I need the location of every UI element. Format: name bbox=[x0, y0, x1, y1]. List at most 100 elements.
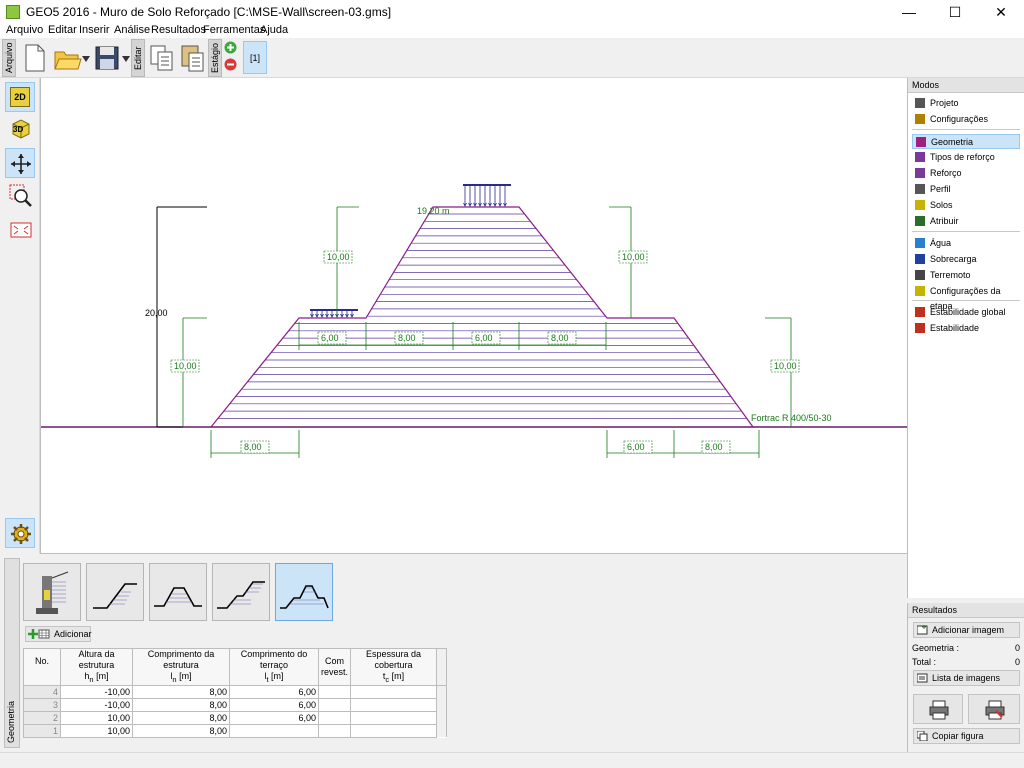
maximize-button[interactable]: ☐ bbox=[932, 0, 978, 24]
cell-l[interactable]: 8,00 bbox=[132, 684, 230, 699]
copy-data-icon[interactable] bbox=[147, 42, 177, 74]
bottom-right-dim-1: 6,00 bbox=[627, 442, 645, 452]
geometry-table: No. Altura da estrutura hn [m] Compriment… bbox=[23, 648, 448, 738]
cell-h[interactable]: -10,00 bbox=[60, 697, 133, 712]
structure-type-terraced-embankment-button[interactable] bbox=[275, 563, 333, 621]
menu-ferramentas[interactable]: Ferramentas bbox=[203, 24, 265, 36]
mode-item-geometria[interactable]: Geometria bbox=[912, 134, 1020, 149]
cell-no: 4 bbox=[23, 684, 61, 699]
scroll-track[interactable] bbox=[436, 711, 448, 725]
table-row[interactable]: 1 10,00 8,00 bbox=[23, 723, 448, 738]
col-terrace-length: Comprimento do terraço lt [m] bbox=[229, 648, 319, 686]
mode-item-label: Sobrecarga bbox=[930, 254, 977, 264]
col-no: No. bbox=[23, 648, 61, 686]
cell-h[interactable]: 10,00 bbox=[60, 710, 133, 725]
left-toolbar: 2D 3D bbox=[0, 78, 40, 554]
geometry-frame-tab[interactable]: Geometria bbox=[4, 558, 20, 748]
menu-ajuda[interactable]: Ajuda bbox=[260, 24, 288, 36]
open-dropdown-icon[interactable] bbox=[82, 56, 90, 62]
atribuir-icon bbox=[915, 216, 925, 226]
mode-item-tipos-de-reforco[interactable]: Tipos de reforço bbox=[912, 150, 1020, 165]
solos-icon bbox=[915, 200, 925, 210]
cell-h[interactable]: 10,00 bbox=[60, 723, 133, 738]
pan-button[interactable] bbox=[5, 148, 35, 178]
mode-item-perfil[interactable]: Perfil bbox=[912, 182, 1020, 197]
structure-type-slope-button[interactable] bbox=[86, 563, 144, 621]
settings-button[interactable] bbox=[5, 518, 35, 548]
geometria-icon bbox=[916, 137, 926, 147]
upper-right-height-label: 10,00 bbox=[622, 252, 645, 262]
mode-item-terremoto[interactable]: Terremoto bbox=[912, 268, 1020, 283]
cell-rev[interactable] bbox=[317, 723, 352, 738]
cell-tc[interactable] bbox=[350, 684, 438, 699]
mode-item-estabilidade-global[interactable]: Estabilidade global bbox=[912, 305, 1020, 320]
add-stage-icon[interactable] bbox=[224, 41, 237, 54]
cell-l[interactable]: 8,00 bbox=[132, 723, 230, 738]
cell-rev[interactable] bbox=[317, 710, 352, 725]
cell-l[interactable]: 8,00 bbox=[132, 710, 230, 725]
cell-tc[interactable] bbox=[350, 710, 438, 725]
mode-item-agua[interactable]: Água bbox=[912, 236, 1020, 251]
bottom-left-dim-label: 8,00 bbox=[244, 442, 262, 452]
drawing-canvas[interactable]: 20,00 10,00 10,00 10,00 10,00 6,00 8,00 … bbox=[40, 78, 908, 554]
table-scrollbar[interactable] bbox=[436, 648, 448, 686]
save-icon[interactable] bbox=[92, 42, 122, 74]
add-image-label: Adicionar imagem bbox=[932, 625, 1005, 635]
mode-item-projeto[interactable]: Projeto bbox=[912, 96, 1020, 111]
menu-analise[interactable]: Análise bbox=[114, 24, 150, 36]
total-count-value: 0 bbox=[1014, 657, 1020, 667]
view-2d-button[interactable]: 2D bbox=[5, 82, 35, 112]
cell-lt[interactable]: 6,00 bbox=[229, 697, 319, 712]
table-row[interactable]: 4 -10,00 8,00 6,00 bbox=[23, 684, 448, 699]
zoom-extents-button[interactable] bbox=[5, 214, 35, 244]
print-button[interactable] bbox=[913, 694, 963, 724]
copy-figure-button[interactable]: Copiar figura bbox=[913, 728, 1020, 744]
menu-arquivo[interactable]: Arquivo bbox=[6, 24, 43, 36]
cell-no: 2 bbox=[23, 710, 61, 725]
cell-rev[interactable] bbox=[317, 684, 352, 699]
terremoto-icon bbox=[915, 270, 925, 280]
paste-data-icon[interactable] bbox=[178, 42, 208, 74]
cell-lt[interactable]: 6,00 bbox=[229, 710, 319, 725]
cell-lt[interactable]: 6,00 bbox=[229, 684, 319, 699]
cell-h[interactable]: -10,00 bbox=[60, 684, 133, 699]
add-row-button[interactable]: Adicionar bbox=[25, 626, 92, 642]
structure-type-wall-button[interactable] bbox=[23, 563, 81, 621]
image-list-button[interactable]: Lista de imagens bbox=[913, 670, 1020, 686]
cell-lt[interactable] bbox=[229, 723, 319, 738]
mode-item-reforco[interactable]: Reforço bbox=[912, 166, 1020, 181]
table-row[interactable]: 2 10,00 8,00 6,00 bbox=[23, 710, 448, 725]
copy-figure-label: Copiar figura bbox=[932, 731, 984, 741]
mode-item-solos[interactable]: Solos bbox=[912, 198, 1020, 213]
menu-inserir[interactable]: Inserir bbox=[79, 24, 110, 36]
scroll-track[interactable] bbox=[436, 698, 448, 712]
cell-l[interactable]: 8,00 bbox=[132, 697, 230, 712]
close-button[interactable]: ✕ bbox=[978, 0, 1024, 24]
new-file-icon[interactable] bbox=[20, 42, 50, 74]
menu-editar[interactable]: Editar bbox=[48, 24, 77, 36]
table-row[interactable]: 3 -10,00 8,00 6,00 bbox=[23, 697, 448, 712]
minimize-button[interactable]: — bbox=[886, 0, 932, 24]
scroll-track[interactable] bbox=[436, 685, 448, 699]
stage-1-button[interactable]: [1] bbox=[243, 41, 267, 74]
view-3d-button[interactable]: 3D bbox=[5, 112, 35, 142]
menu-resultados[interactable]: Resultados bbox=[151, 24, 206, 36]
mode-item-configuracoes-da-etapa[interactable]: Configurações da etapa bbox=[912, 284, 1020, 311]
cell-tc[interactable] bbox=[350, 697, 438, 712]
structure-type-embankment-button[interactable] bbox=[149, 563, 207, 621]
mode-item-configuracoes[interactable]: Configurações bbox=[912, 112, 1020, 127]
zoom-window-button[interactable] bbox=[5, 180, 35, 210]
window-title: GEO5 2016 - Muro de Solo Reforçado [C:\M… bbox=[26, 5, 392, 19]
cell-rev[interactable] bbox=[317, 697, 352, 712]
remove-stage-icon[interactable] bbox=[224, 58, 237, 71]
save-dropdown-icon[interactable] bbox=[122, 56, 130, 62]
cell-tc[interactable] bbox=[350, 723, 438, 738]
structure-type-terraced-slope-button[interactable] bbox=[212, 563, 270, 621]
mode-item-sobrecarga[interactable]: Sobrecarga bbox=[912, 252, 1020, 267]
mode-item-estabilidade[interactable]: Estabilidade bbox=[912, 321, 1020, 336]
scroll-track[interactable] bbox=[436, 724, 448, 738]
open-folder-icon[interactable] bbox=[52, 42, 82, 74]
print-preview-button[interactable] bbox=[968, 694, 1020, 724]
add-image-button[interactable]: Adicionar imagem bbox=[913, 622, 1020, 638]
mode-item-atribuir[interactable]: Atribuir bbox=[912, 214, 1020, 229]
